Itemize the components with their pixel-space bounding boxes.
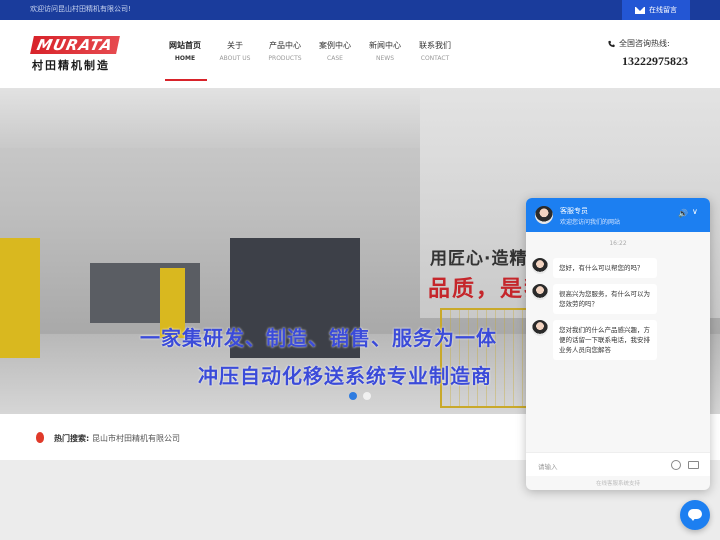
sound-icon[interactable]: 🔊 (678, 209, 688, 218)
agent-name: 客服专员 (560, 207, 588, 215)
chat-bubble: 您好，有什么可以帮您的吗？ (553, 258, 657, 278)
nav-item-home[interactable]: 网站首页 HOME (160, 20, 210, 88)
nav-label-en: HOME (174, 55, 196, 62)
hotline: 全国咨询热线: 13222975823 (608, 38, 688, 69)
agent-avatar (532, 284, 548, 300)
chat-input[interactable]: 请输入 (526, 452, 710, 476)
emoji-icon[interactable] (671, 460, 681, 470)
chat-message: 您好，有什么可以帮您的吗？ (532, 258, 657, 278)
chat-header: 客服专员 欢迎您访问我们的网站 🔊 ∨ (526, 198, 710, 232)
chat-bubble: 很高兴为您服务，有什么可以为您效劳的吗？ (553, 284, 657, 314)
chat-input-placeholder: 请输入 (538, 463, 558, 471)
online-message-label: 在线留言 (649, 6, 677, 14)
nav-item-news[interactable]: 新闻中心 NEWS (360, 20, 410, 88)
nav-label-en: CONTACT (420, 55, 450, 62)
carousel-dots (349, 392, 371, 400)
nav-label-en: ABOUT US (219, 55, 251, 62)
carousel-dot[interactable] (363, 392, 371, 400)
fire-icon (36, 432, 44, 443)
chat-timestamp: 16:22 (609, 240, 627, 247)
nav-label-cn: 网站首页 (169, 41, 201, 50)
banner-ceiling (0, 88, 420, 148)
chat-message: 很高兴为您服务，有什么可以为您效劳的吗？ (532, 284, 657, 314)
nav-label-en: NEWS (375, 55, 395, 62)
online-message-button[interactable]: 在线留言 (622, 0, 690, 20)
phone-icon (608, 40, 615, 47)
nav-label-cn: 联系我们 (419, 41, 451, 50)
mail-icon (635, 6, 645, 14)
hot-search-label: 热门搜索: (54, 434, 90, 443)
site-header: MURATA 村田精机制造 网站首页 HOME 关于 ABOUT US 产品中心… (0, 20, 720, 88)
logo-mark: MURATA (30, 36, 120, 54)
nav-item-case[interactable]: 案例中心 CASE (310, 20, 360, 88)
welcome-text: 欢迎访问昆山村田精机有限公司! (30, 5, 131, 13)
nav-label-en: PRODUCTS (268, 55, 302, 62)
nav-item-contact[interactable]: 联系我们 CONTACT (410, 20, 460, 88)
hotline-label-row: 全国咨询热线: (608, 38, 688, 49)
top-bar: 欢迎访问昆山村田精机有限公司! 在线留言 (0, 0, 720, 20)
logo[interactable]: MURATA 村田精机制造 (30, 36, 120, 72)
nav-label-cn: 产品中心 (269, 41, 301, 50)
hotline-label: 全国咨询热线: (619, 39, 670, 48)
agent-avatar (532, 320, 548, 336)
carousel-dot[interactable] (349, 392, 357, 400)
main-nav: 网站首页 HOME 关于 ABOUT US 产品中心 PRODUCTS 案例中心… (160, 20, 460, 88)
nav-label-cn: 案例中心 (319, 41, 351, 50)
nav-label-en: CASE (327, 55, 343, 62)
chat-bubble: 您对我们的什么产品感兴趣，方便的话留一下联系电话，我安排业务人员向您解答 (553, 320, 657, 360)
logo-name: 村田精机制造 (32, 59, 110, 72)
nav-label-cn: 关于 (227, 41, 243, 50)
banner-slogan-line1: 一家集研发、制造、销售、服务为一体 (140, 326, 497, 350)
banner-slogan-line2: 冲压自动化移送系统专业制造商 (198, 364, 492, 388)
chevron-down-icon[interactable]: ∨ (692, 207, 698, 216)
agent-avatar (535, 206, 553, 224)
hot-search-keyword[interactable]: 昆山市村田精机有限公司 (92, 433, 180, 444)
nav-label-cn: 新闻中心 (369, 41, 401, 50)
chat-message: 您对我们的什么产品感兴趣，方便的话留一下联系电话，我安排业务人员向您解答 (532, 320, 657, 360)
folder-icon[interactable] (688, 461, 699, 469)
nav-item-products[interactable]: 产品中心 PRODUCTS (260, 20, 310, 88)
chat-widget: 客服专员 欢迎您访问我们的网站 🔊 ∨ 16:22 您好，有什么可以帮您的吗？ … (526, 198, 710, 490)
banner-machine-part (0, 238, 40, 358)
hotline-number: 13222975823 (622, 54, 688, 68)
nav-item-about[interactable]: 关于 ABOUT US (210, 20, 260, 88)
agent-avatar (532, 258, 548, 274)
agent-subtitle: 欢迎您访问我们的网站 (560, 219, 621, 226)
chat-powered-by: 在线客服系统支持 (595, 481, 640, 487)
chat-bubble-icon[interactable] (680, 500, 710, 530)
